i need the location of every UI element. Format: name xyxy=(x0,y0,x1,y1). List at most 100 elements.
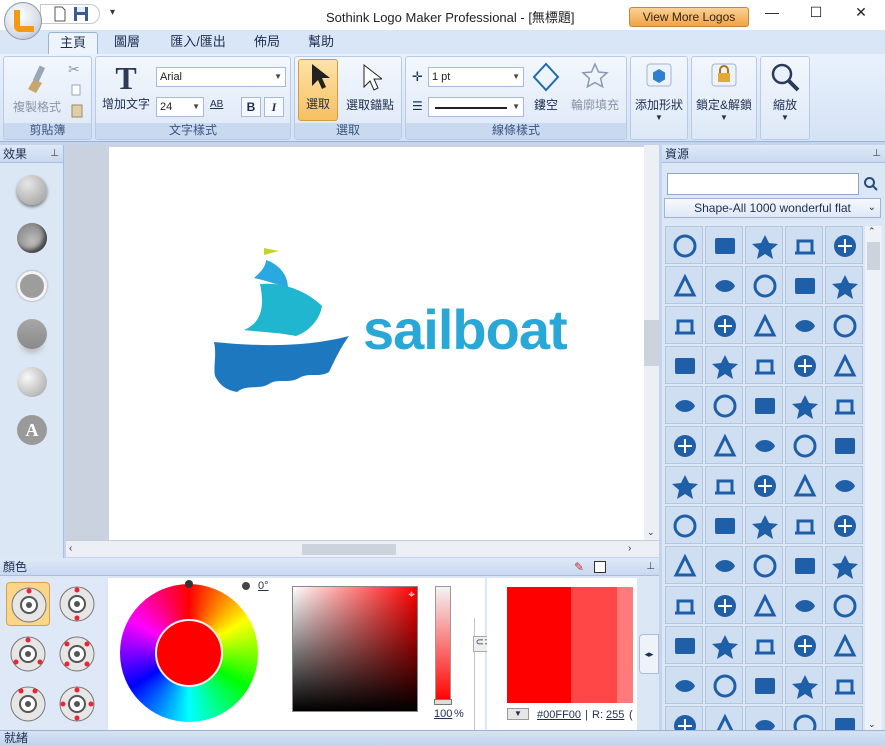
minimize-button[interactable]: — xyxy=(762,4,782,22)
resource-shape-item[interactable] xyxy=(745,266,783,304)
tab-help[interactable]: 幫助 xyxy=(297,32,345,54)
resource-scroll-thumb[interactable] xyxy=(867,242,880,270)
lock-unlock-button[interactable]: 鎖定&解鎖 ▼ xyxy=(693,61,755,135)
resource-shape-item[interactable] xyxy=(665,426,703,464)
line-type-combo[interactable]: ▼ xyxy=(428,97,524,117)
scroll-down-icon[interactable]: ⌄ xyxy=(868,719,876,730)
opacity-slider-handle[interactable] xyxy=(434,699,452,705)
canvas-page[interactable]: sailboat xyxy=(109,147,644,540)
opacity-value[interactable]: 100 xyxy=(434,708,452,720)
resource-shape-item[interactable] xyxy=(785,626,823,664)
scroll-left-icon[interactable]: ‹ xyxy=(69,543,72,554)
wheel-handle[interactable] xyxy=(185,580,193,588)
effect-bevel-button[interactable] xyxy=(17,223,47,253)
pin-icon[interactable]: ⊥ xyxy=(646,558,655,576)
resource-shape-item[interactable] xyxy=(825,306,863,344)
resource-shape-item[interactable] xyxy=(785,706,823,730)
resource-shape-item[interactable] xyxy=(705,546,743,584)
copy-icon[interactable] xyxy=(70,83,84,97)
color-format-dropdown[interactable]: ▼ xyxy=(507,708,529,720)
search-icon[interactable] xyxy=(863,176,879,192)
resource-shape-item[interactable] xyxy=(705,586,743,624)
scroll-up-icon[interactable]: ⌃ xyxy=(868,226,876,237)
resource-shape-item[interactable] xyxy=(665,506,703,544)
maximize-button[interactable]: ☐ xyxy=(806,4,826,22)
resource-shape-item[interactable] xyxy=(745,226,783,264)
resource-shape-item[interactable] xyxy=(665,586,703,624)
resource-shape-item[interactable] xyxy=(825,706,863,730)
no-color-swatch[interactable] xyxy=(594,561,606,573)
resource-shape-item[interactable] xyxy=(745,386,783,424)
r-value[interactable]: 255 xyxy=(606,709,624,721)
resource-shape-item[interactable] xyxy=(785,266,823,304)
effect-shadow-button[interactable] xyxy=(17,175,47,205)
copy-format-button[interactable]: 複製格式 xyxy=(6,61,68,119)
resource-shape-item[interactable] xyxy=(665,266,703,304)
tab-layers[interactable]: 圖層 xyxy=(103,32,151,54)
sailboat-logo-graphic[interactable] xyxy=(214,242,349,392)
resource-shape-item[interactable] xyxy=(785,586,823,624)
effect-text-button[interactable]: A xyxy=(17,415,47,445)
resource-shape-item[interactable] xyxy=(825,226,863,264)
scheme-analog-button[interactable] xyxy=(6,682,50,726)
resource-shape-item[interactable] xyxy=(705,226,743,264)
select-button[interactable]: 選取 xyxy=(298,59,338,121)
resource-shape-item[interactable] xyxy=(745,426,783,464)
resource-shape-item[interactable] xyxy=(745,586,783,624)
resource-shape-item[interactable] xyxy=(705,266,743,304)
resource-shape-item[interactable] xyxy=(825,626,863,664)
outline-fill-button[interactable]: 輪廓填充 xyxy=(566,61,624,119)
resource-shape-item[interactable] xyxy=(665,226,703,264)
resource-shape-item[interactable] xyxy=(705,346,743,384)
resource-shape-item[interactable] xyxy=(665,346,703,384)
resource-shape-item[interactable] xyxy=(745,506,783,544)
resource-shape-item[interactable] xyxy=(745,666,783,704)
resource-shape-item[interactable] xyxy=(705,466,743,504)
resource-shape-item[interactable] xyxy=(785,546,823,584)
opacity-slider[interactable] xyxy=(435,586,451,702)
resource-shape-item[interactable] xyxy=(785,346,823,384)
pin-icon[interactable]: ⊥ xyxy=(872,145,881,163)
scroll-down-icon[interactable]: ⌄ xyxy=(647,527,655,538)
color-wheel[interactable] xyxy=(120,584,258,722)
resource-shape-item[interactable] xyxy=(665,386,703,424)
tab-home[interactable]: 主頁 xyxy=(48,32,98,54)
resource-shape-item[interactable] xyxy=(705,386,743,424)
scheme-custom-button[interactable] xyxy=(55,682,99,726)
effect-reflection-button[interactable] xyxy=(17,319,47,349)
resource-shape-item[interactable] xyxy=(705,626,743,664)
resource-scrollbar[interactable]: ⌃ ⌄ xyxy=(865,226,882,730)
add-shape-button[interactable]: 添加形狀 ▼ xyxy=(632,61,686,135)
resource-shape-item[interactable] xyxy=(825,426,863,464)
resource-shape-item[interactable] xyxy=(785,666,823,704)
font-name-combo[interactable]: Arial▼ xyxy=(156,67,286,87)
color-swatch-light[interactable] xyxy=(571,587,617,703)
resource-shape-item[interactable] xyxy=(745,706,783,730)
resource-shape-item[interactable] xyxy=(665,666,703,704)
resource-shape-item[interactable] xyxy=(745,346,783,384)
resource-shape-item[interactable] xyxy=(665,466,703,504)
color-swatch-main[interactable] xyxy=(507,587,571,703)
resource-shape-item[interactable] xyxy=(785,226,823,264)
tab-layout[interactable]: 佈局 xyxy=(243,32,291,54)
saturation-value-square[interactable]: ⌖ xyxy=(292,586,418,712)
picker-crosshair-icon[interactable]: ⌖ xyxy=(408,587,415,602)
resource-shape-item[interactable] xyxy=(705,306,743,344)
save-icon[interactable] xyxy=(72,4,90,24)
canvas-horizontal-scrollbar[interactable]: ‹ › xyxy=(66,540,659,557)
resource-shape-item[interactable] xyxy=(705,706,743,730)
collapse-panel-icon[interactable]: ◂▸ xyxy=(639,634,659,674)
resource-shape-item[interactable] xyxy=(825,386,863,424)
tab-import-export[interactable]: 匯入/匯出 xyxy=(160,32,236,54)
app-menu-button[interactable] xyxy=(4,2,42,40)
bold-button[interactable]: B xyxy=(241,97,261,117)
new-file-icon[interactable] xyxy=(52,4,68,24)
paste-icon[interactable] xyxy=(70,103,84,119)
scheme-complement-button[interactable] xyxy=(55,582,99,626)
angle-value[interactable]: 0° xyxy=(258,580,269,592)
resource-shape-item[interactable] xyxy=(825,666,863,704)
eyedropper-icon[interactable]: ✎ xyxy=(574,558,584,576)
italic-button[interactable]: I xyxy=(264,97,284,117)
pin-icon[interactable]: ⊥ xyxy=(50,145,59,163)
resource-shape-item[interactable] xyxy=(745,546,783,584)
